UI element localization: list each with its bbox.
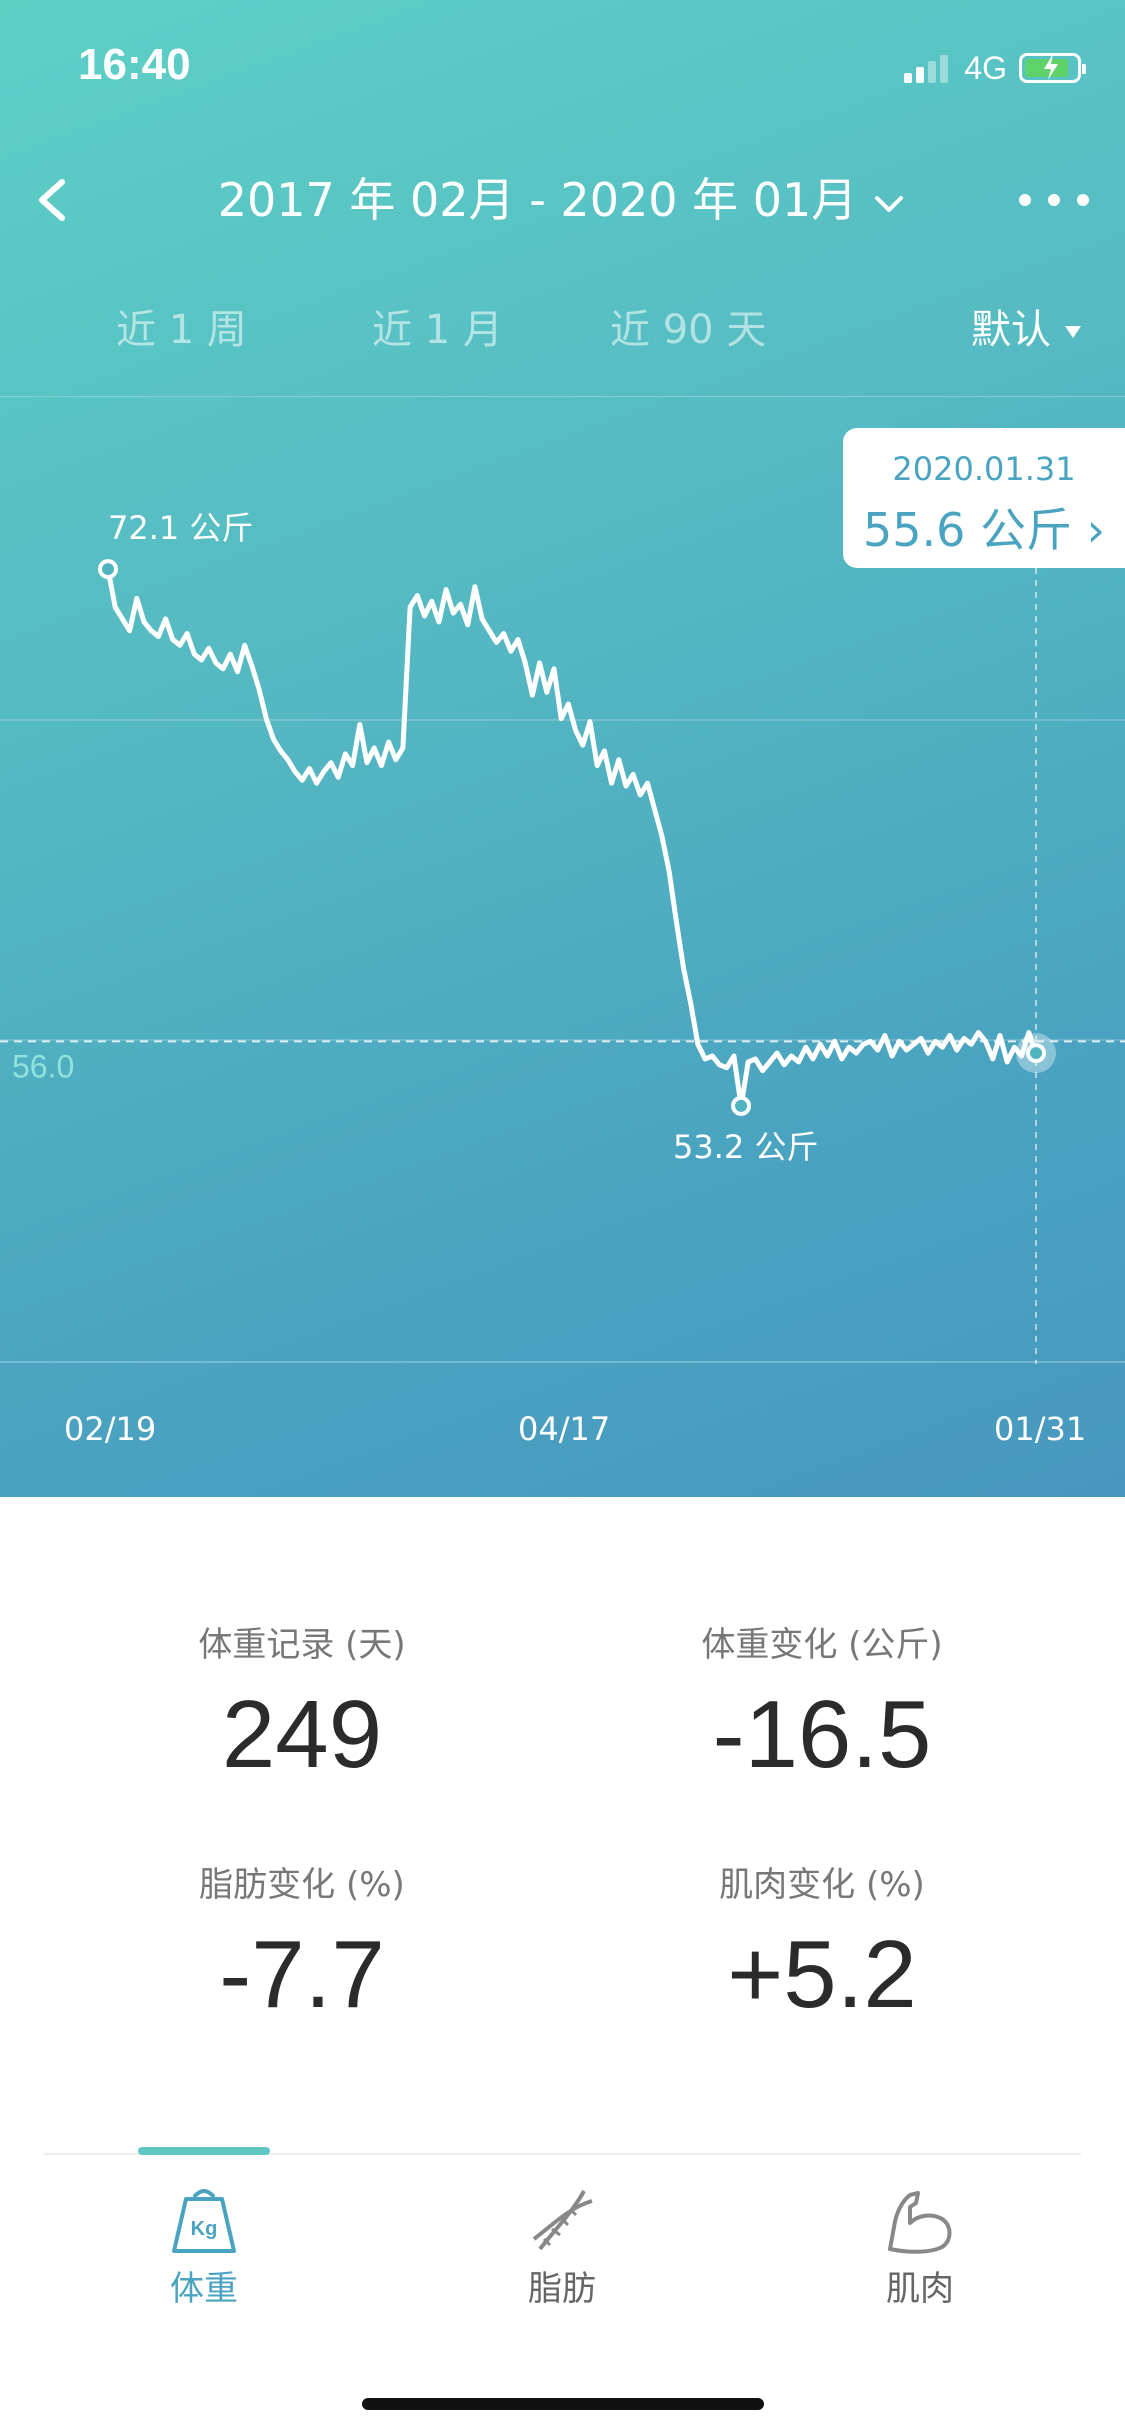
stat-value: -7.7 (219, 1921, 385, 2028)
tab-label: 体重 (170, 2269, 238, 2309)
weight-kg-icon: Kg (172, 2189, 236, 2253)
x-tick-label: 02/19 (64, 1410, 157, 1448)
stat-muscle-change: 肌肉变化 (%) +5.2 (562, 1857, 1082, 2030)
stat-weight-change: 体重变化 (公斤) -16.5 (562, 1617, 1082, 1790)
battery-tip (1082, 64, 1086, 74)
weight-series-line (105, 566, 1039, 1109)
status-time: 16:40 (78, 40, 191, 89)
tab-last-month[interactable]: 近 1 月 (372, 295, 503, 365)
selected-point-marker (1026, 1043, 1046, 1064)
header-gradient: 16:40 4G 2017 年 02月 - 2020 年 01月 近 1 周 近… (0, 0, 1125, 1497)
active-tab-indicator (138, 2147, 270, 2155)
date-range-selector[interactable]: 2017 年 02月 - 2020 年 01月 (0, 170, 1125, 230)
stat-weight-records: 体重记录 (天) 249 (42, 1617, 562, 1790)
tab-fat[interactable]: 脂肪 (462, 2183, 662, 2310)
min-point-marker (731, 1095, 752, 1116)
caret-down-icon (1065, 326, 1081, 338)
status-indicators: 4G (904, 48, 1086, 88)
home-indicator (362, 2398, 764, 2410)
sort-label: 默认 (971, 307, 1051, 353)
kg-icon-text: Kg (191, 2218, 218, 2240)
x-tick-label: 04/17 (518, 1410, 611, 1448)
min-point-label: 53.2 公斤 (673, 1128, 818, 1166)
tab-label: 肌肉 (886, 2269, 954, 2309)
stat-value: 249 (221, 1681, 383, 1788)
charging-bolt-icon (1044, 54, 1058, 80)
tab-muscle[interactable]: 肌肉 (820, 2183, 1020, 2310)
x-axis-labels: 02/19 04/17 01/31 (0, 1400, 1125, 1460)
more-dot-icon (1048, 194, 1060, 206)
stats-panel: 体重记录 (天) 249 体重变化 (公斤) -16.5 脂肪变化 (%) -7… (0, 1497, 1125, 2157)
stat-label: 体重变化 (公斤) (701, 1625, 943, 1665)
date-range-label: 2017 年 02月 - 2020 年 01月 (217, 173, 858, 227)
tab-label: 脂肪 (528, 2269, 596, 2309)
dna-icon (532, 2190, 593, 2251)
stat-label: 肌肉变化 (%) (719, 1865, 925, 1905)
more-dot-icon (1019, 194, 1031, 206)
range-tabs: 近 1 周 近 1 月 近 90 天 默认 (0, 295, 1125, 365)
reference-line-label: 56.0 (12, 1048, 74, 1084)
app-root: 16:40 4G 2017 年 02月 - 2020 年 01月 近 1 周 近… (0, 0, 1125, 2436)
stat-value: +5.2 (727, 1921, 917, 2028)
stat-fat-change: 脂肪变化 (%) -7.7 (42, 1857, 562, 2030)
stat-label: 体重记录 (天) (198, 1625, 406, 1665)
tab-last-week[interactable]: 近 1 周 (116, 295, 247, 365)
bottom-tab-bar: Kg 体重 脂肪 肌肉 (44, 2147, 1081, 2355)
sort-dropdown[interactable]: 默认 (971, 295, 1081, 365)
status-bar: 16:40 4G (0, 0, 1125, 130)
max-point-marker (98, 559, 118, 580)
signal-icon (904, 53, 952, 83)
network-type: 4G (964, 49, 1007, 86)
max-point-label: 72.1 公斤 (108, 509, 253, 547)
tooltip-date: 2020.01.31 (892, 450, 1076, 488)
more-dot-icon (1077, 194, 1089, 206)
chevron-down-icon (875, 195, 904, 212)
battery-icon (1019, 53, 1086, 83)
x-tick-label: 01/31 (994, 1410, 1087, 1448)
tooltip-value: 55.6 公斤 › (862, 503, 1106, 557)
selected-point-tooltip[interactable]: 2020.01.31 55.6 公斤 › (843, 428, 1125, 568)
tab-weight[interactable]: Kg 体重 (104, 2183, 304, 2310)
nav-bar: 2017 年 02月 - 2020 年 01月 (0, 150, 1125, 250)
stat-value: -16.5 (712, 1681, 932, 1788)
more-button[interactable] (1019, 190, 1089, 210)
muscle-arm-icon (888, 2191, 952, 2254)
stat-label: 脂肪变化 (%) (199, 1865, 405, 1905)
tab-last-90-days[interactable]: 近 90 天 (610, 295, 766, 365)
